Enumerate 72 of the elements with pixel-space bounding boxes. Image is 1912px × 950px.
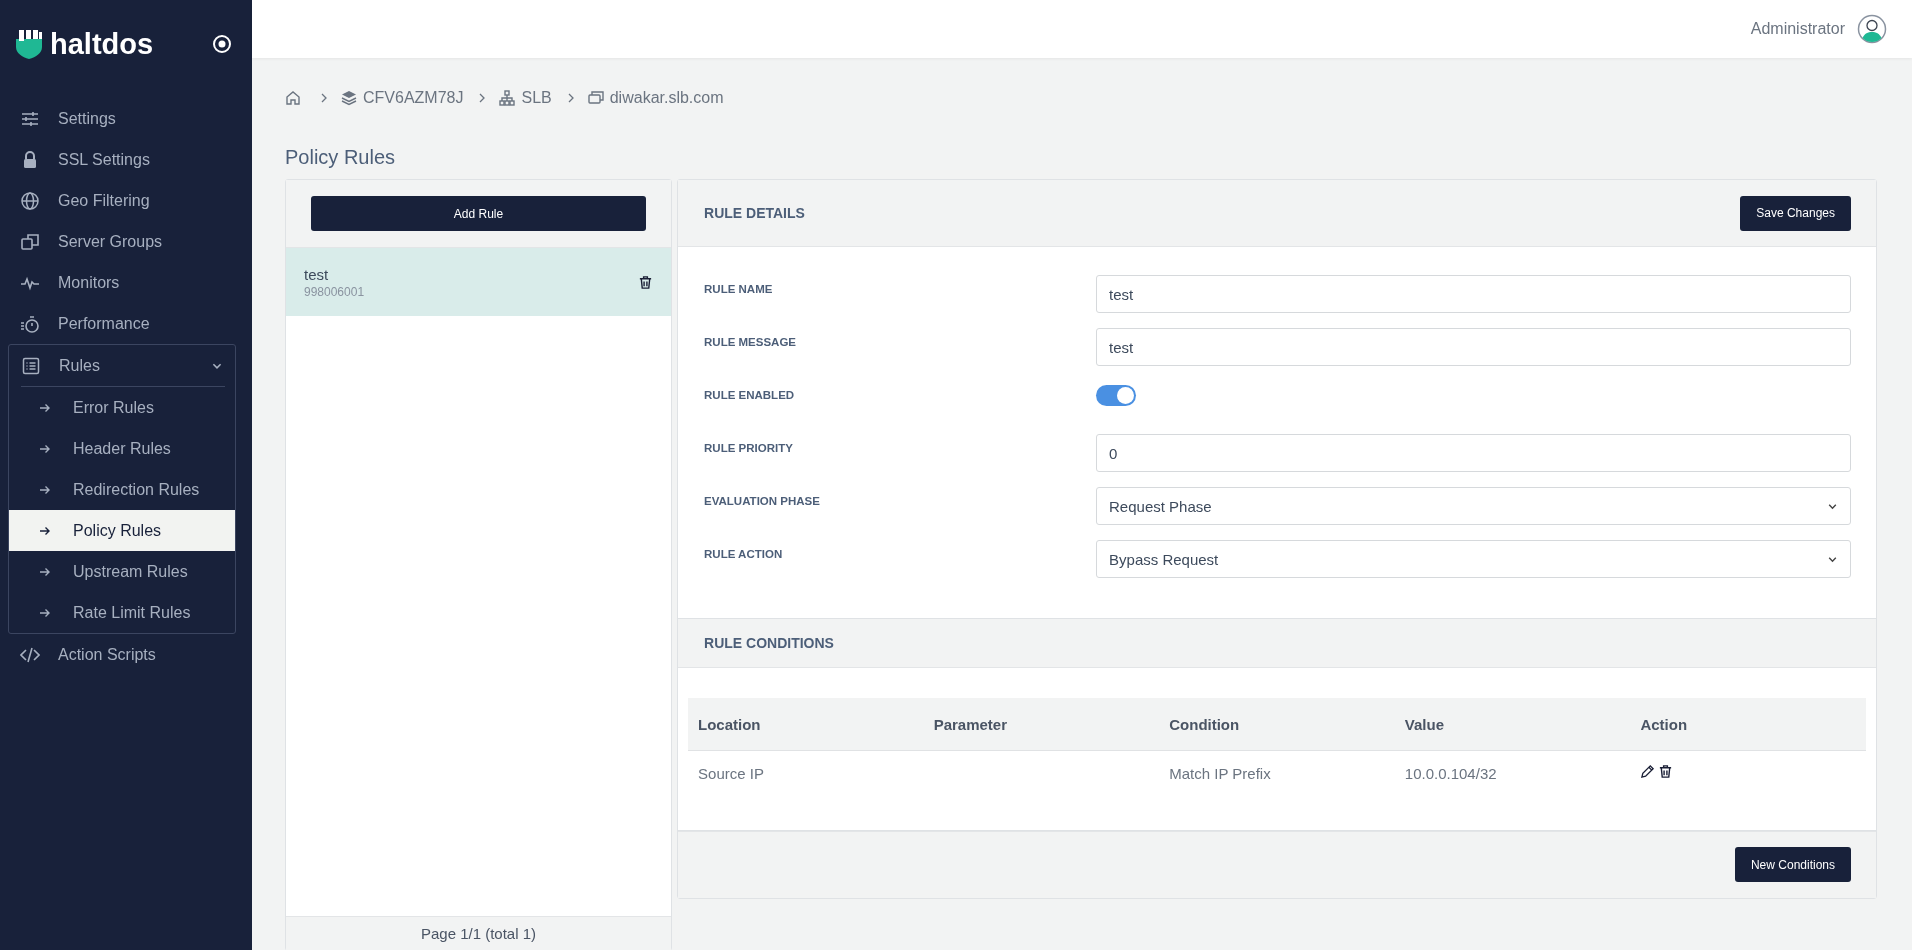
page-title: Policy Rules xyxy=(285,146,397,169)
logo-text: haltdos xyxy=(50,27,155,61)
toggle-switch[interactable] xyxy=(1096,385,1137,406)
sidebar-item[interactable]: Monitors xyxy=(0,262,252,303)
sidebar-item[interactable]: SSL Settings xyxy=(0,139,252,180)
column-header: Action xyxy=(1630,698,1866,751)
trash-icon[interactable] xyxy=(1658,764,1674,779)
table-cell: Source IP xyxy=(688,750,924,795)
target-icon[interactable] xyxy=(212,34,232,54)
sidebar-item[interactable]: Geo Filtering xyxy=(0,180,252,221)
breadcrumb-link[interactable]: SLB xyxy=(521,89,552,107)
field-label: EVALUATION PHASE xyxy=(704,494,821,507)
arrow-icon xyxy=(39,401,51,414)
rule-id: 998006001 xyxy=(304,284,366,299)
sidebar-subitem[interactable]: Rate Limit Rules xyxy=(9,592,235,633)
sidebar-subitem[interactable]: Error Rules xyxy=(9,387,235,428)
field-label: RULE MESSAGE xyxy=(704,335,798,348)
column-header: Parameter xyxy=(923,698,1160,751)
save-changes-button[interactable]: Save Changes xyxy=(1740,195,1851,231)
list-icon xyxy=(21,355,41,376)
arrow-icon xyxy=(39,565,51,578)
globe-icon xyxy=(20,190,40,211)
rule-list-item[interactable]: test 998006001 xyxy=(286,248,672,316)
arrow-icon xyxy=(39,483,51,496)
sidebar-subitem[interactable]: Redirection Rules xyxy=(9,469,235,510)
section-title: RULE CONDITIONS xyxy=(704,635,834,651)
table-cell: Match IP Prefix xyxy=(1159,750,1395,795)
text-field[interactable]: 0 xyxy=(1096,434,1851,472)
user-name[interactable]: Administrator xyxy=(1750,20,1845,38)
text-field[interactable]: test xyxy=(1096,328,1851,366)
chevron-right-icon xyxy=(321,93,327,103)
sidebar-item[interactable]: Performance xyxy=(0,303,252,344)
select-dropdown[interactable]: Request Phase xyxy=(1096,487,1851,525)
stopwatch-icon xyxy=(20,313,40,334)
pagination-text: Page 1/1 (total 1) xyxy=(286,916,672,950)
rule-name: test xyxy=(304,265,330,283)
arrow-icon xyxy=(39,606,51,619)
arrow-icon xyxy=(39,524,51,537)
sidebar-item[interactable]: Action Scripts xyxy=(0,634,252,675)
arrow-icon xyxy=(39,442,51,455)
logo-icon xyxy=(15,29,43,59)
sidebar-subitem[interactable]: Upstream Rules xyxy=(9,551,235,592)
trash-icon[interactable] xyxy=(638,274,654,290)
layers-icon xyxy=(341,90,357,106)
field-label: RULE ACTION xyxy=(704,547,784,560)
column-header: Location xyxy=(688,698,924,751)
sidebar-item[interactable]: Server Groups xyxy=(0,221,252,262)
sidebar-item[interactable]: Settings xyxy=(0,98,252,139)
field-label: RULE PRIORITY xyxy=(704,441,794,454)
home-icon[interactable] xyxy=(285,90,301,106)
add-rule-button[interactable]: Add Rule xyxy=(311,196,647,231)
windows-icon xyxy=(587,90,604,106)
text-field[interactable]: test xyxy=(1096,275,1851,313)
chevron-right-icon xyxy=(479,93,486,103)
sitemap-icon xyxy=(499,90,516,106)
field-label: RULE ENABLED xyxy=(704,388,796,401)
sidebar-subitem[interactable]: Header Rules xyxy=(9,428,235,469)
table-cell: 10.0.0.104/32 xyxy=(1394,750,1631,795)
section-title: RULE DETAILS xyxy=(704,205,805,221)
breadcrumb-link[interactable]: CFV6AZM78J xyxy=(363,89,464,107)
select-dropdown[interactable]: Bypass Request xyxy=(1096,540,1851,578)
chevron-right-icon xyxy=(567,93,574,103)
sidebar-subitem[interactable]: Policy Rules xyxy=(9,510,235,551)
field-label: RULE NAME xyxy=(704,282,774,295)
column-header: Value xyxy=(1394,698,1631,751)
copy-icon xyxy=(20,231,40,252)
pencil-icon[interactable] xyxy=(1640,764,1656,779)
column-header: Condition xyxy=(1159,698,1395,751)
breadcrumb-link[interactable]: diwakar.slb.com xyxy=(609,89,724,107)
avatar-icon[interactable] xyxy=(1857,14,1887,44)
new-conditions-button[interactable]: New Conditions xyxy=(1734,847,1851,882)
sidebar-item[interactable]: Rules xyxy=(9,345,235,386)
